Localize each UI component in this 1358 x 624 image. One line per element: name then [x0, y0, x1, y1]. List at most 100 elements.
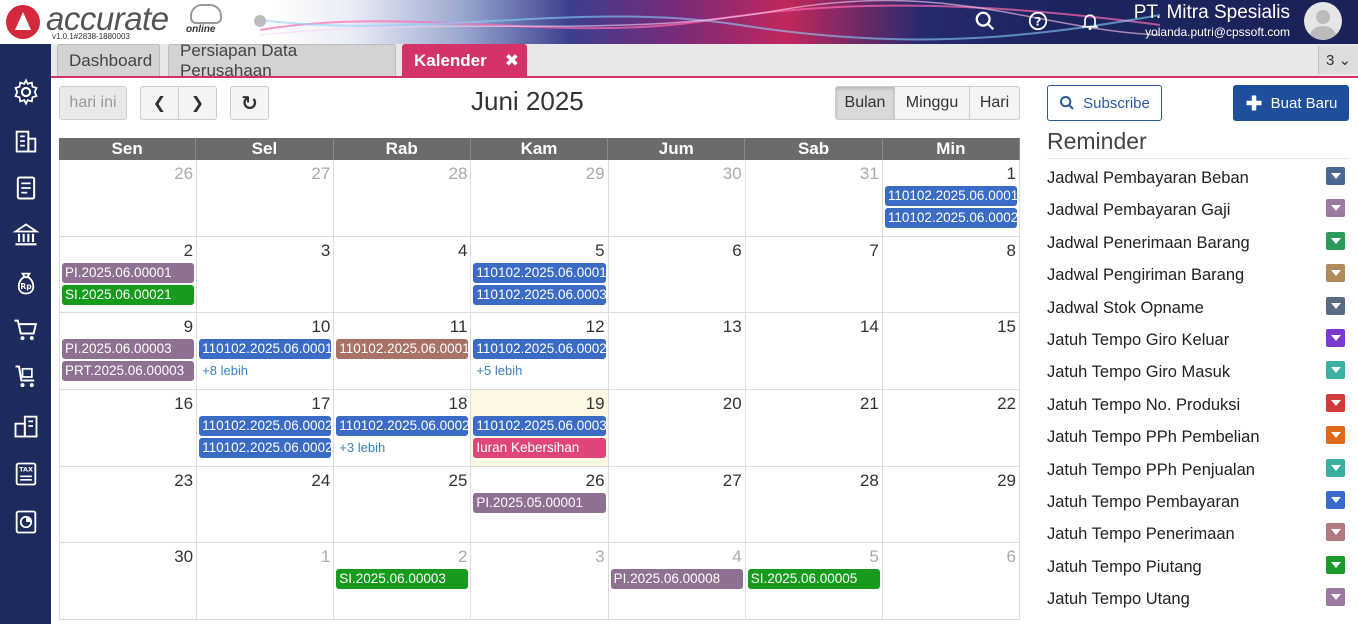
calendar-day-cell[interactable]: 26 PI.2025.05.00001 [471, 466, 609, 544]
day-number[interactable]: 1 [885, 162, 1017, 186]
calendar-day-cell[interactable]: 6 [882, 543, 1020, 620]
day-number[interactable]: 20 [611, 392, 743, 416]
day-number[interactable]: 1 [199, 545, 331, 569]
color-dropdown-icon[interactable] [1326, 231, 1345, 250]
today-button[interactable]: hari ini [59, 86, 127, 120]
color-dropdown-icon[interactable] [1326, 264, 1345, 283]
calendar-day-cell[interactable]: 1 110102.2025.06.00012 110102.2025.06.0002… [882, 160, 1020, 237]
calendar-day-cell[interactable]: 2 SI.2025.06.00003 [334, 543, 472, 620]
day-number[interactable]: 19 [473, 392, 605, 416]
day-number[interactable]: 27 [199, 162, 331, 186]
calendar-day-cell[interactable]: 3 [197, 236, 335, 314]
reminder-item[interactable]: Jatuh Tempo PPh Pembelian [1047, 421, 1357, 453]
color-dropdown-icon[interactable] [1326, 393, 1345, 412]
tab-count-dropdown[interactable]: 3 ⌄ [1318, 46, 1358, 74]
sidebar-item-company[interactable] [0, 119, 51, 163]
day-number[interactable]: 30 [611, 162, 743, 186]
calendar-event[interactable]: PI.2025.06.00008 [610, 569, 743, 590]
day-number[interactable]: 14 [748, 315, 880, 339]
day-number[interactable]: 26 [62, 162, 194, 186]
day-number[interactable]: 24 [199, 469, 331, 493]
day-number[interactable]: 21 [748, 392, 880, 416]
calendar-day-cell[interactable]: 1 [197, 543, 335, 620]
calendar-day-cell[interactable]: 27 [608, 466, 746, 544]
calendar-day-cell[interactable]: 24 [197, 466, 335, 544]
sidebar-item-tax[interactable]: TAX [0, 452, 51, 496]
day-number[interactable]: 23 [62, 469, 194, 493]
calendar-event[interactable]: 110102.2025.06.00012 [884, 186, 1017, 206]
calendar-day-cell[interactable]: 4 PI.2025.06.00008 [608, 543, 746, 620]
day-number[interactable]: 31 [748, 162, 880, 186]
calendar-day-cell[interactable]: 14 [745, 313, 883, 390]
calendar-day-cell[interactable]: 29 [882, 466, 1020, 544]
reminder-item[interactable]: Jatuh Tempo Penerimaan [1047, 518, 1357, 550]
calendar-day-cell[interactable]: 5 SI.2025.06.00005 [745, 543, 883, 620]
sidebar-item-cash[interactable]: Rp [0, 261, 51, 305]
calendar-day-cell[interactable]: 9 PI.2025.06.00003 PRT.2025.06.00003 [60, 313, 198, 390]
color-dropdown-icon[interactable] [1326, 426, 1345, 445]
day-number[interactable]: 17 [199, 392, 331, 416]
color-dropdown-icon[interactable] [1326, 458, 1345, 477]
day-number[interactable]: 25 [336, 469, 468, 493]
tab-dashboard[interactable]: Dashboard [57, 44, 160, 76]
calendar-day-cell[interactable]: 28 [745, 466, 883, 544]
calendar-event[interactable]: PI.2025.05.00001 [473, 492, 606, 513]
color-dropdown-icon[interactable] [1326, 199, 1345, 218]
calendar-event[interactable]: SI.2025.06.00003 [336, 569, 469, 590]
view-month-button[interactable]: Bulan [835, 86, 895, 120]
reminder-item[interactable]: Jatuh Tempo Giro Masuk [1047, 356, 1357, 388]
calendar-day-cell[interactable]: 28 [334, 160, 472, 237]
day-number[interactable]: 9 [62, 315, 194, 339]
day-number[interactable]: 7 [748, 239, 880, 263]
day-number[interactable]: 29 [885, 469, 1017, 493]
sidebar-item-bank[interactable] [0, 213, 51, 257]
calendar-day-cell[interactable]: 13 [608, 313, 746, 390]
day-number[interactable]: 3 [473, 545, 605, 569]
search-button[interactable] [972, 8, 998, 34]
calendar-day-cell[interactable]: 10 110102.2025.06.00014 +8 lebih [197, 313, 335, 390]
reminder-item[interactable]: Jadwal Pembayaran Gaji [1047, 194, 1357, 226]
day-number[interactable]: 11 [336, 315, 468, 339]
day-number[interactable]: 26 [473, 469, 605, 493]
calendar-day-cell[interactable]: 17 110102.2025.06.00023 110102.2025.06.000… [197, 389, 335, 467]
calendar-day-cell[interactable]: 23 [60, 466, 198, 544]
day-number[interactable]: 8 [885, 239, 1017, 263]
day-number[interactable]: 30 [62, 545, 194, 569]
next-month-button[interactable]: ❯ [178, 86, 217, 120]
day-number[interactable]: 27 [611, 469, 743, 493]
calendar-event[interactable]: 110102.2025.06.00014 [199, 339, 332, 360]
help-button[interactable]: ? [1025, 8, 1051, 34]
sidebar-item-reports[interactable] [0, 500, 51, 544]
reminder-item[interactable]: Jatuh Tempo Utang [1047, 583, 1357, 615]
day-number[interactable]: 2 [62, 239, 194, 263]
more-events-link[interactable]: +3 lebih [336, 438, 468, 458]
calendar-event[interactable]: PI.2025.06.00001 [62, 262, 195, 283]
accurate-logo[interactable]: accurate online v1.0.1#2838-1880003 [6, 0, 226, 42]
calendar-day-cell[interactable]: 19 110102.2025.06.00032 Iuran Kebersihan [471, 389, 609, 467]
day-number[interactable]: 22 [885, 392, 1017, 416]
color-dropdown-icon[interactable] [1326, 523, 1345, 542]
avatar[interactable] [1304, 2, 1342, 40]
day-number[interactable]: 4 [611, 545, 743, 569]
day-number[interactable]: 5 [748, 545, 880, 569]
tab-kalender[interactable]: Kalender ✖ [402, 44, 527, 76]
calendar-event[interactable]: 110102.2025.06.00032 [473, 415, 606, 436]
prev-month-button[interactable]: ❮ [140, 86, 179, 120]
day-number[interactable]: 12 [473, 315, 605, 339]
calendar-day-cell[interactable]: 8 [882, 236, 1020, 314]
color-dropdown-icon[interactable] [1326, 296, 1345, 315]
calendar-day-cell[interactable]: 29 [471, 160, 609, 237]
sidebar-item-settings[interactable] [0, 70, 51, 114]
day-number[interactable]: 5 [473, 239, 605, 263]
calendar-day-cell[interactable]: 25 [334, 466, 472, 544]
reminder-item[interactable]: Jatuh Tempo PPh Penjualan [1047, 454, 1357, 486]
calendar-event[interactable]: 110102.2025.06.00025 [336, 415, 469, 436]
color-dropdown-icon[interactable] [1326, 588, 1345, 607]
color-dropdown-icon[interactable] [1326, 490, 1345, 509]
calendar-event[interactable]: 110102.2025.06.00015 [336, 339, 469, 360]
reminder-item[interactable]: Jadwal Pembayaran Beban [1047, 162, 1357, 194]
calendar-day-cell[interactable]: 4 [334, 236, 472, 314]
day-number[interactable]: 16 [62, 392, 194, 416]
color-dropdown-icon[interactable] [1326, 328, 1345, 347]
calendar-day-cell[interactable]: 18 110102.2025.06.00025 +3 lebih [334, 389, 472, 467]
